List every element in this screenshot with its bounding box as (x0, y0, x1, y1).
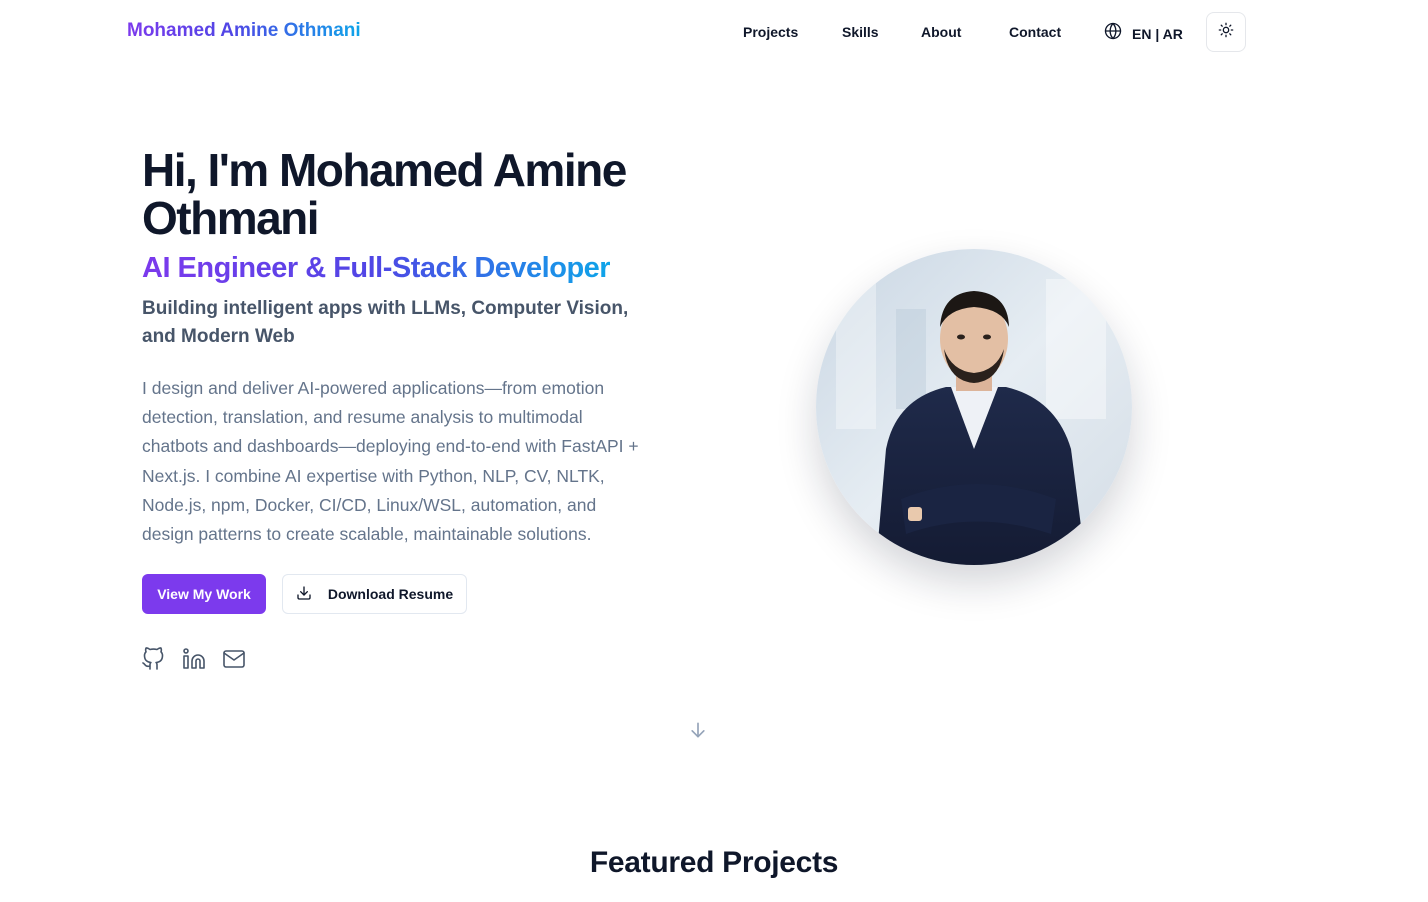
hero-subtitle: Building intelligent apps with LLMs, Com… (142, 298, 629, 347)
arrow-down-icon[interactable] (688, 720, 708, 742)
download-resume-label: Download Resume (327, 586, 454, 602)
globe-icon (1104, 22, 1122, 45)
site-header: Mohamed Amine Othmani Projects Skills Ab… (0, 0, 1428, 64)
brand-logo[interactable]: Mohamed Amine Othmani (127, 20, 361, 42)
github-icon[interactable] (140, 646, 166, 672)
hero-title: Hi, I'm Mohamed Amine Othmani (142, 144, 627, 244)
nav-link-skills[interactable]: Skills (842, 24, 879, 40)
featured-projects-title: Featured Projects (589, 846, 839, 879)
profile-photo (816, 249, 1132, 565)
hero-description: I design and deliver AI-powered applicat… (142, 378, 639, 545)
theme-toggle-button[interactable] (1206, 12, 1246, 52)
nav-link-about[interactable]: About (921, 24, 961, 40)
linkedin-icon[interactable] (181, 646, 207, 672)
hero-role: AI Engineer & Full-Stack Developer (142, 252, 611, 284)
language-switcher[interactable]: EN | AR (1104, 22, 1183, 45)
mail-icon[interactable] (221, 646, 247, 672)
download-resume-button[interactable]: Download Resume (282, 574, 467, 614)
view-my-work-button[interactable]: View My Work (142, 574, 266, 614)
download-icon (296, 585, 312, 604)
nav-link-contact[interactable]: Contact (1009, 24, 1061, 40)
language-label: EN | AR (1132, 25, 1183, 42)
sun-icon (1218, 22, 1234, 43)
nav-link-projects[interactable]: Projects (743, 24, 798, 40)
